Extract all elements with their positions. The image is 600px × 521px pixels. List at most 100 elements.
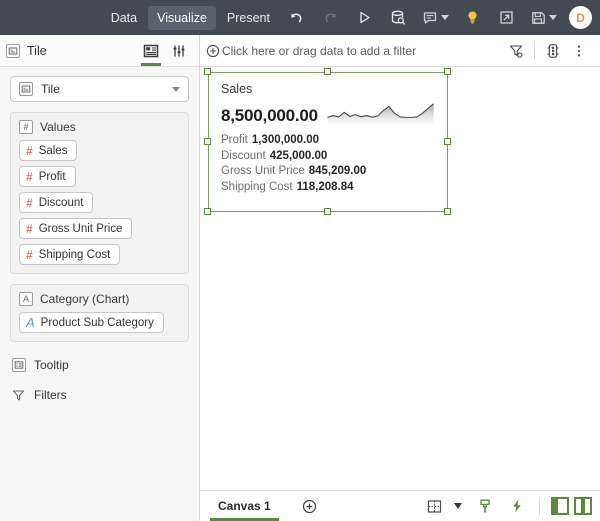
kpi-label: Shipping Cost bbox=[221, 180, 293, 193]
center-panel-toggle-icon bbox=[581, 499, 585, 513]
left-panel-toggle-icon bbox=[553, 499, 558, 513]
canvas[interactable]: Sales 8,500,000.00 Profit 1,300,000.00 D… bbox=[200, 67, 600, 490]
kpi-label: Discount bbox=[221, 149, 266, 162]
kpi-label: Profit bbox=[221, 134, 248, 146]
more-options-button[interactable] bbox=[566, 38, 592, 64]
tab-visualize[interactable]: Visualize bbox=[148, 5, 216, 30]
shelf-category-title: Category (Chart) bbox=[40, 292, 130, 306]
funnel-icon bbox=[12, 389, 26, 402]
field-pill-label: Profit bbox=[38, 170, 66, 183]
field-pill-shipping-cost[interactable]: # Shipping Cost bbox=[19, 244, 121, 265]
chevron-down-icon bbox=[172, 86, 180, 92]
grid-layout-button[interactable] bbox=[423, 493, 446, 519]
hash-box-icon: # bbox=[19, 120, 33, 134]
sidebar-item-filters[interactable]: Filters bbox=[10, 382, 189, 408]
left-panel-toggle-button[interactable] bbox=[551, 497, 569, 515]
redo-icon bbox=[325, 13, 336, 23]
kpi-value: 425,000.00 bbox=[269, 149, 328, 162]
comments-caret-icon bbox=[440, 15, 449, 20]
number-field-icon: # bbox=[26, 221, 33, 236]
save-caret-icon bbox=[548, 15, 557, 20]
kpi-value: 118,208.84 bbox=[296, 180, 354, 193]
insights-button[interactable] bbox=[455, 3, 489, 33]
tile-type-dropdown[interactable]: Tile bbox=[10, 76, 189, 102]
status-bar: Canvas 1 bbox=[200, 490, 600, 521]
field-pill-label: Discount bbox=[38, 196, 84, 209]
application-window: Data Visualize Present D Tile Tile # Val… bbox=[0, 0, 600, 521]
comment-icon bbox=[423, 11, 436, 24]
filter-divider bbox=[534, 42, 535, 59]
plus-circle-icon bbox=[206, 44, 220, 58]
sidebar-settings-tab[interactable] bbox=[165, 35, 193, 66]
grid-layout-icon bbox=[427, 499, 442, 513]
tab-data[interactable]: Data bbox=[102, 6, 146, 30]
add-canvas-button[interactable] bbox=[295, 491, 325, 521]
kpi-tile[interactable]: Sales 8,500,000.00 Profit 1,300,000.00 D… bbox=[208, 72, 448, 212]
lightning-icon bbox=[513, 499, 521, 513]
field-pill-profit[interactable]: # Profit bbox=[19, 166, 76, 187]
kpi-value: 1,300,000.00 bbox=[251, 134, 319, 146]
sidebar-layout-tab[interactable] bbox=[137, 35, 165, 66]
comments-button[interactable] bbox=[415, 3, 455, 33]
resize-handle-w[interactable] bbox=[204, 138, 211, 145]
kpi-row-discount: Discount 425,000.00 bbox=[221, 149, 435, 165]
tooltip-icon bbox=[12, 358, 26, 372]
kpi-tile-title: Sales bbox=[221, 82, 253, 96]
filter-bar: Click here or drag data to add a filter bbox=[200, 35, 600, 67]
sidebar-content: Tile # Values # Sales # Profit # Discoun… bbox=[0, 67, 199, 521]
resize-handle-sw[interactable] bbox=[204, 208, 211, 215]
paint-brush-button[interactable] bbox=[469, 493, 501, 519]
sidebar: Tile Tile # Values # Sales # Profit # Di… bbox=[0, 35, 200, 521]
resize-handle-n[interactable] bbox=[324, 68, 331, 75]
plus-circle-icon bbox=[303, 499, 317, 513]
resize-handle-ne[interactable] bbox=[444, 68, 451, 75]
shelf-values-fields: # Sales # Profit # Discount # Gross Unit… bbox=[19, 140, 180, 265]
add-filter-dropzone[interactable]: Click here or drag data to add a filter bbox=[206, 44, 503, 58]
text-field-icon: A bbox=[26, 315, 35, 330]
field-pill-product-sub-category[interactable]: A Product Sub Category bbox=[19, 312, 164, 333]
shelf-category-header: A Category (Chart) bbox=[19, 292, 180, 306]
undo-icon bbox=[290, 13, 301, 23]
field-pill-discount[interactable]: # Discount bbox=[19, 192, 94, 213]
center-panel-toggle-button[interactable] bbox=[574, 497, 592, 515]
selected-tile-wrapper[interactable]: Sales 8,500,000.00 Profit 1,300,000.00 D… bbox=[204, 68, 451, 215]
field-pill-sales[interactable]: # Sales bbox=[19, 140, 78, 161]
traffic-light-button[interactable] bbox=[540, 38, 566, 64]
clear-filters-button[interactable] bbox=[503, 38, 529, 64]
expand-icon bbox=[499, 11, 513, 24]
kpi-row-gross-unit-price: Gross Unit Price 845,209.00 bbox=[221, 164, 435, 180]
redo-button[interactable] bbox=[313, 3, 347, 33]
layout-panel-icon bbox=[143, 44, 159, 57]
kpi-row-profit: Profit 1,300,000.00 bbox=[221, 133, 435, 149]
canvas-tab-1[interactable]: Canvas 1 bbox=[206, 491, 283, 521]
canvas-area: Click here or drag data to add a filter bbox=[200, 35, 600, 521]
sales-sparkline-chart bbox=[327, 103, 434, 124]
kpi-value: 845,209.00 bbox=[308, 165, 367, 177]
traffic-light-icon bbox=[547, 43, 559, 58]
sidebar-item-tooltip[interactable]: Tooltip bbox=[10, 352, 189, 378]
shelf-category-fields: A Product Sub Category bbox=[19, 312, 180, 333]
data-source-icon bbox=[391, 10, 405, 25]
run-button[interactable] bbox=[347, 3, 381, 33]
run-icon bbox=[359, 11, 370, 24]
save-button[interactable] bbox=[523, 3, 563, 33]
shelf-values-title: Values bbox=[40, 120, 76, 134]
kpi-secondary-list: Profit 1,300,000.00 Discount 425,000.00 Gr… bbox=[221, 133, 435, 195]
resize-handle-e[interactable] bbox=[444, 138, 451, 145]
grid-layout-caret-button[interactable] bbox=[446, 493, 469, 519]
resize-handle-nw[interactable] bbox=[204, 68, 211, 75]
data-source-button[interactable] bbox=[381, 3, 415, 33]
user-avatar[interactable]: D bbox=[569, 6, 592, 29]
resize-handle-se[interactable] bbox=[444, 208, 451, 215]
field-pill-gross-unit-price[interactable]: # Gross Unit Price bbox=[19, 218, 133, 239]
expand-button[interactable] bbox=[489, 3, 523, 33]
field-pill-label: Shipping Cost bbox=[38, 248, 111, 261]
tab-present[interactable]: Present bbox=[218, 6, 279, 30]
toolbar-icon-group: D bbox=[279, 3, 592, 33]
sliders-icon bbox=[173, 45, 185, 56]
undo-button[interactable] bbox=[279, 3, 313, 33]
paint-brush-icon bbox=[480, 499, 490, 513]
resize-handle-s[interactable] bbox=[324, 208, 331, 215]
lightning-button[interactable] bbox=[501, 493, 533, 519]
top-toolbar: Data Visualize Present D bbox=[0, 0, 600, 35]
